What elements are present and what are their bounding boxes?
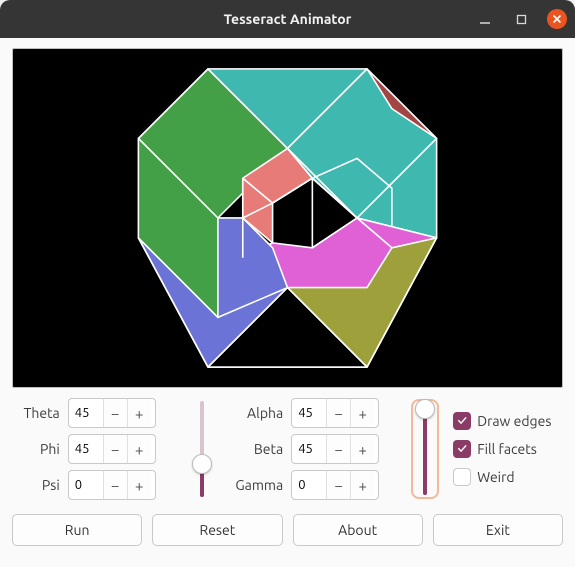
gamma-dec[interactable]: − [326, 471, 350, 499]
left-vslider[interactable] [190, 401, 214, 497]
alpha-dec[interactable]: − [326, 399, 350, 427]
right-vslider[interactable] [413, 401, 437, 497]
run-button[interactable]: Run [12, 514, 142, 546]
titlebar: Tesseract Animator [0, 0, 575, 38]
alpha-label: Alpha [224, 405, 285, 421]
draw-edges-checkbox[interactable]: Draw edges [453, 412, 563, 430]
theta-dec[interactable]: − [103, 399, 127, 427]
minimize-icon[interactable] [475, 9, 495, 29]
gamma-inc[interactable]: + [350, 471, 374, 499]
phi-label: Phi [12, 441, 62, 457]
beta-input[interactable] [292, 435, 326, 463]
phi-spinner[interactable]: − + [68, 434, 156, 464]
gamma-label: Gamma [224, 477, 285, 493]
psi-dec[interactable]: − [103, 471, 127, 499]
beta-dec[interactable]: − [326, 435, 350, 463]
reset-button[interactable]: Reset [152, 514, 282, 546]
phi-input[interactable] [69, 435, 103, 463]
beta-label: Beta [224, 441, 285, 457]
gamma-input[interactable] [292, 471, 326, 499]
weird-checkbox[interactable]: Weird [453, 468, 563, 486]
window-title: Tesseract Animator [224, 11, 352, 27]
about-button[interactable]: About [293, 514, 423, 546]
beta-spinner[interactable]: − + [291, 434, 379, 464]
exit-button[interactable]: Exit [433, 514, 563, 546]
alpha-inc[interactable]: + [350, 399, 374, 427]
psi-label: Psi [12, 477, 62, 493]
phi-inc[interactable]: + [127, 435, 151, 463]
phi-dec[interactable]: − [103, 435, 127, 463]
beta-inc[interactable]: + [350, 435, 374, 463]
fill-facets-checkbox[interactable]: Fill facets [453, 440, 563, 458]
psi-input[interactable] [69, 471, 103, 499]
theta-spinner[interactable]: − + [68, 398, 156, 428]
alpha-input[interactable] [292, 399, 326, 427]
gamma-spinner[interactable]: − + [291, 470, 379, 500]
alpha-spinner[interactable]: − + [291, 398, 379, 428]
theta-label: Theta [12, 405, 62, 421]
tesseract-canvas [12, 48, 563, 388]
theta-inc[interactable]: + [127, 399, 151, 427]
psi-inc[interactable]: + [127, 471, 151, 499]
psi-spinner[interactable]: − + [68, 470, 156, 500]
maximize-icon[interactable] [511, 9, 531, 29]
theta-input[interactable] [69, 399, 103, 427]
close-icon[interactable] [547, 9, 567, 29]
